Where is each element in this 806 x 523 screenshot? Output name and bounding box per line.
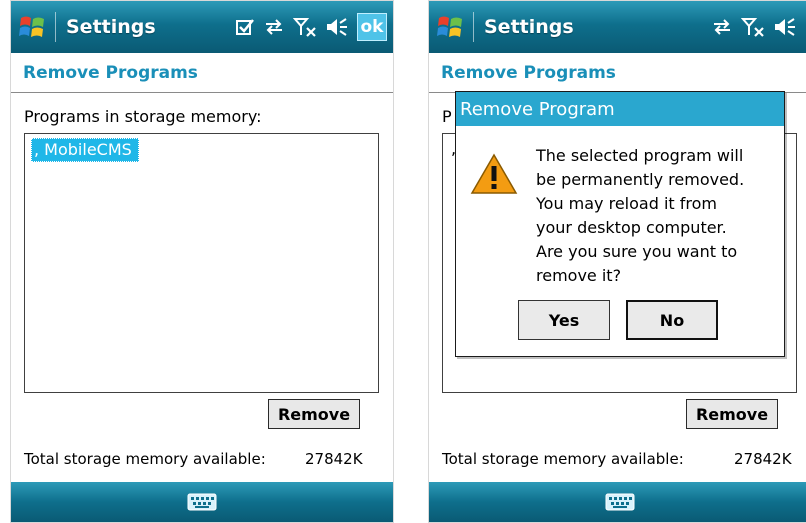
storage-available-value: 27842K — [305, 450, 363, 468]
remove-program-dialog: Remove Program The selected program will… — [455, 91, 785, 357]
storage-available-label: Total storage memory available: — [24, 450, 266, 468]
title-bar: Settings — [429, 1, 806, 53]
page-header: Remove Programs — [429, 53, 806, 93]
start-button[interactable] — [11, 1, 55, 53]
app-title: Settings — [66, 16, 156, 38]
soft-key-bar — [429, 482, 806, 522]
remove-button[interactable]: Remove — [686, 399, 778, 429]
storage-available-value: 27842K — [734, 450, 792, 468]
programs-listbox[interactable]: , MobileCMS — [24, 133, 379, 393]
volume-off-icon[interactable] — [773, 17, 797, 37]
signal-off-icon[interactable] — [293, 16, 317, 38]
windows-start-icon — [437, 16, 462, 37]
programs-list-label: Programs in storage memory: — [24, 107, 262, 126]
dialog-message-line: Are you sure you want to — [536, 242, 738, 261]
status-icons — [711, 16, 806, 38]
storage-available-label: Total storage memory available: — [442, 450, 684, 468]
dialog-title: Remove Program — [456, 92, 784, 126]
keyboard-icon[interactable] — [187, 492, 217, 512]
checkbox-icon[interactable] — [235, 17, 255, 37]
list-item[interactable]: , MobileCMS — [31, 138, 139, 162]
start-button[interactable] — [429, 1, 473, 53]
title-bar: Settings ok — [11, 1, 393, 53]
programs-list-label: P — [442, 107, 452, 126]
warning-icon — [470, 153, 518, 194]
page-header: Remove Programs — [11, 53, 393, 93]
dialog-message-line: be permanently removed. — [536, 170, 745, 189]
ok-button[interactable]: ok — [357, 13, 387, 41]
sync-arrows-icon[interactable] — [263, 17, 285, 37]
dialog-message-line: You may reload it from — [536, 194, 717, 213]
no-button[interactable]: No — [626, 300, 718, 340]
sync-arrows-icon[interactable] — [711, 17, 733, 37]
phone-screen-left: Settings ok Remove Programs Programs in — [10, 0, 394, 523]
dialog-message: The selected program will be permanently… — [536, 144, 776, 288]
remove-button[interactable]: Remove — [268, 399, 360, 429]
dialog-message-line: remove it? — [536, 266, 622, 285]
yes-button[interactable]: Yes — [518, 300, 610, 340]
keyboard-icon[interactable] — [605, 492, 635, 512]
signal-off-icon[interactable] — [741, 16, 765, 38]
windows-start-icon — [19, 16, 44, 37]
dialog-message-line: your desktop computer. — [536, 218, 727, 237]
status-icons: ok — [235, 13, 393, 41]
soft-key-bar — [11, 482, 393, 522]
dialog-message-line: The selected program will — [536, 146, 744, 165]
phone-screen-right: Settings Remove Programs P , Remove Prog… — [428, 0, 806, 523]
app-title: Settings — [484, 16, 574, 38]
volume-off-icon[interactable] — [325, 17, 349, 37]
